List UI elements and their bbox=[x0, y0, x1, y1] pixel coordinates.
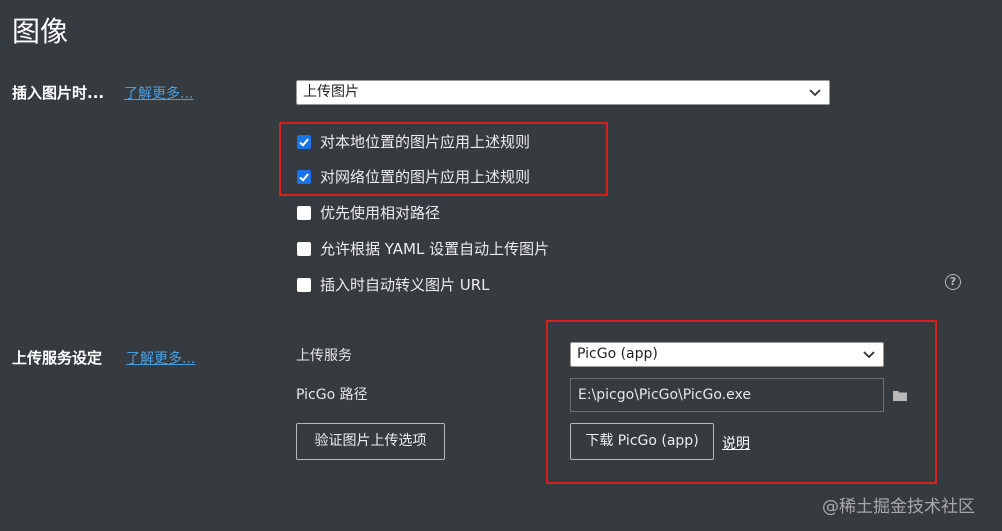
chevron-down-icon bbox=[863, 351, 875, 359]
folder-icon[interactable] bbox=[892, 389, 908, 402]
insert-action-value: 上传图片 bbox=[303, 84, 359, 100]
insert-section-label: 插入图片时... bbox=[12, 84, 105, 102]
help-icon[interactable]: ? bbox=[945, 274, 961, 290]
page-title: 图像 bbox=[12, 15, 69, 48]
insert-learn-more-link[interactable]: 了解更多... bbox=[124, 83, 193, 103]
checkbox-relative-path[interactable]: 优先使用相对路径 bbox=[297, 202, 440, 223]
checkbox-escape-url[interactable]: 插入时自动转义图片 URL bbox=[297, 274, 490, 295]
checkbox[interactable] bbox=[297, 169, 311, 184]
checkbox-label: 对本地位置的图片应用上述规则 bbox=[320, 133, 531, 151]
insert-action-select[interactable]: 上传图片 bbox=[296, 80, 830, 105]
checkbox[interactable] bbox=[297, 205, 311, 220]
watermark-text: @稀土掘金技术社区 bbox=[822, 497, 975, 517]
checkbox[interactable] bbox=[297, 241, 311, 256]
checkbox-label: 优先使用相对路径 bbox=[320, 204, 441, 222]
picgo-path-input[interactable]: E:\picgo\PicGo\PicGo.exe bbox=[570, 378, 884, 412]
explain-link[interactable]: 说明 bbox=[722, 433, 750, 453]
checkbox-local-images[interactable]: 对本地位置的图片应用上述规则 bbox=[297, 131, 530, 152]
upload-service-label: 上传服务 bbox=[296, 348, 352, 364]
chevron-down-icon bbox=[809, 89, 821, 97]
checkbox-yaml-auto-upload[interactable]: 允许根据 YAML 设置自动上传图片 bbox=[297, 238, 549, 259]
picgo-path-label: PicGo 路径 bbox=[296, 387, 368, 403]
download-picgo-button[interactable]: 下载 PicGo (app) bbox=[570, 423, 714, 460]
upload-learn-more-link[interactable]: 了解更多... bbox=[126, 348, 195, 368]
upload-service-select[interactable]: PicGo (app) bbox=[570, 342, 884, 367]
checkbox-label: 允许根据 YAML 设置自动上传图片 bbox=[320, 240, 550, 258]
checkbox-label: 插入时自动转义图片 URL bbox=[320, 276, 490, 294]
upload-section-label: 上传服务设定 bbox=[12, 349, 103, 367]
checkmark-icon bbox=[299, 137, 309, 147]
picgo-path-value: E:\picgo\PicGo\PicGo.exe bbox=[578, 387, 751, 403]
validate-upload-button[interactable]: 验证图片上传选项 bbox=[296, 423, 445, 460]
checkbox[interactable] bbox=[297, 277, 311, 292]
upload-service-value: PicGo (app) bbox=[577, 346, 658, 362]
checkmark-icon bbox=[299, 172, 309, 182]
checkbox-network-images[interactable]: 对网络位置的图片应用上述规则 bbox=[297, 166, 530, 187]
checkbox-label: 对网络位置的图片应用上述规则 bbox=[320, 168, 531, 186]
checkbox[interactable] bbox=[297, 134, 311, 149]
